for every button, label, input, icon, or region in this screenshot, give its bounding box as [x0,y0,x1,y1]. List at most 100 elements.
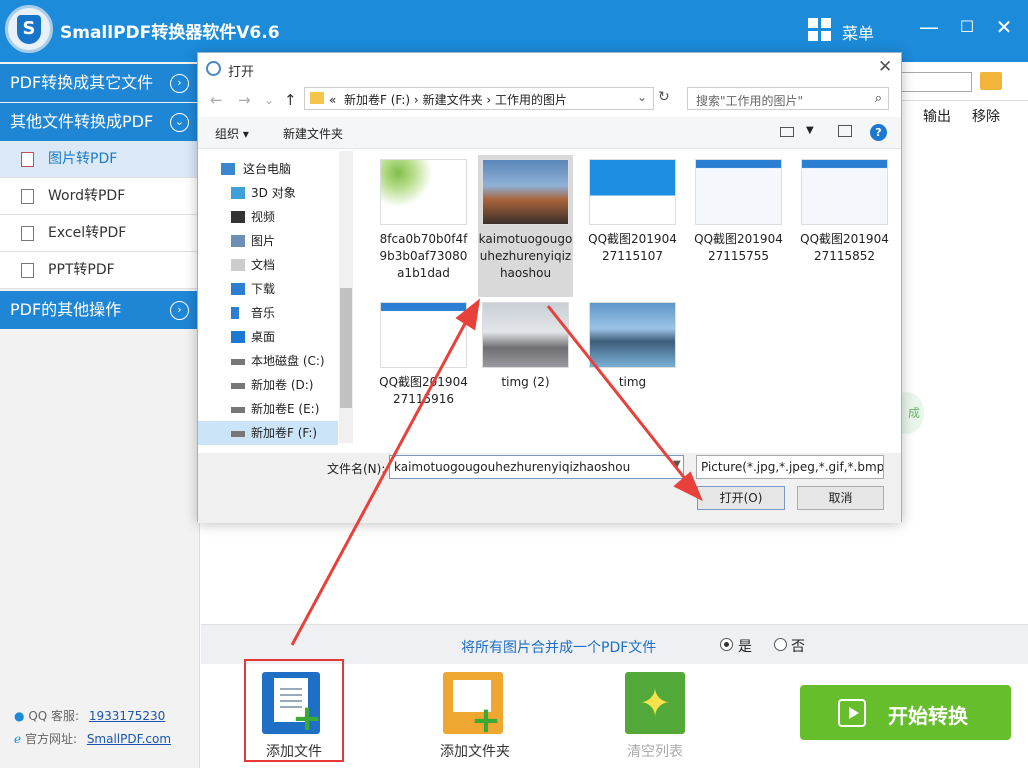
sidebar-item-word-to-pdf[interactable]: Word转PDF [0,178,200,215]
file-item[interactable]: 8fca0b70b0f4f9b3b0af73080a1b1dad [376,155,471,297]
refresh-icon[interactable]: ↻ [658,89,670,105]
site-label: 官方网址: [24,732,77,746]
file-item[interactable]: QQ截图20190427115107 [585,155,680,297]
organize-menu[interactable]: 组织 ▾ [215,125,249,142]
tree-scroll-thumb[interactable] [340,288,352,408]
preview-pane-icon[interactable] [838,125,852,137]
help-icon[interactable]: ? [870,124,887,141]
cancel-button[interactable]: 取消 [797,486,884,510]
navigation-tree: 这台电脑 3D 对象 视频 图片 文档 下载 音乐 桌面 本地磁盘 (C:) 新… [198,151,353,445]
dialog-close-icon[interactable]: ✕ [878,57,892,77]
tree-item-drive-e[interactable]: 新加卷E (E:) [198,397,338,421]
sidebar-item-excel-to-pdf[interactable]: Excel转PDF [0,215,200,252]
sidebar-section-other-to-pdf[interactable]: 其他文件转换成PDF ⌄ [0,103,200,141]
file-name: QQ截图20190427115916 [379,375,468,406]
breadcrumb-item[interactable]: 工作用的图片 [495,93,567,107]
excel-file-icon [21,226,34,241]
file-name: QQ截图20190427115755 [694,232,783,263]
up-button[interactable]: ↑ [284,91,297,109]
tree-label: 新加卷F (F:) [251,426,318,440]
add-folder-button[interactable]: 添加文件夹 [425,741,525,761]
filename-dropdown-icon[interactable]: ▼ [673,459,681,470]
tree-item-this-pc[interactable]: 这台电脑 [198,157,338,181]
word-file-icon [21,189,34,204]
tree-item-drive-d[interactable]: 新加卷 (D:) [198,373,338,397]
drive-icon [231,431,245,437]
file-item[interactable]: QQ截图20190427115916 [376,298,471,440]
tree-item-3d[interactable]: 3D 对象 [198,181,338,205]
forward-button[interactable]: → [238,91,251,109]
tree-label: 本地磁盘 (C:) [251,354,325,368]
minimize-button[interactable]: — [918,16,940,38]
tree-label: 文档 [251,258,276,272]
tree-label: 这台电脑 [243,162,292,176]
address-bar[interactable]: « 新加卷F (F:) › 新建文件夹 › 工作用的图片 ⌄ [304,87,654,110]
file-name: kaimotuogougouhezhurenyiqizhaoshou [478,232,573,280]
file-item-selected[interactable]: kaimotuogougouhezhurenyiqizhaoshou [478,155,573,297]
clear-list-button[interactable]: 清空列表 [605,741,705,761]
tree-label: 图片 [251,234,276,248]
tree-item-music[interactable]: 音乐 [198,301,338,325]
file-thumbnail [482,159,569,225]
app-title: SmallPDF转换器软件V6.6 [60,23,280,43]
file-name: timg (2) [501,375,550,389]
folder-icon[interactable] [980,72,1002,90]
add-folder-icon[interactable]: + [443,672,503,739]
play-icon [838,699,866,727]
file-thumbnail [482,302,569,368]
output-path-input[interactable] [900,72,972,92]
app-logo: S [5,5,53,53]
file-item[interactable]: QQ截图20190427115852 [797,155,892,297]
file-type-select[interactable]: Picture(*.jpg,*.jpeg,*.gif,*.bmp) [696,455,884,479]
menu-grid-icon[interactable] [808,18,832,42]
tree-item-downloads[interactable]: 下载 [198,277,338,301]
sidebar-item-image-to-pdf[interactable]: 图片转PDF [0,141,200,178]
start-convert-button[interactable]: 开始转换 [800,685,1011,740]
chevron-down-icon[interactable]: ⌄ [637,90,647,104]
qq-link[interactable]: 1933175230 [89,709,165,723]
maximize-button[interactable]: ☐ [956,16,978,38]
document-icon [231,259,245,271]
close-button[interactable]: ✕ [993,16,1015,38]
tree-item-drive-c[interactable]: 本地磁盘 (C:) [198,349,338,373]
new-folder-button[interactable]: 新建文件夹 [283,125,343,142]
open-button[interactable]: 打开(O) [697,486,785,510]
qq-icon: ● [14,709,25,723]
recent-dropdown[interactable]: ⌄ [264,93,274,107]
sidebar-item-ppt-to-pdf[interactable]: PPT转PDF [0,252,200,289]
site-link[interactable]: SmallPDF.com [87,732,171,746]
section-label: 其他文件转换成PDF [10,112,154,131]
add-file-icon[interactable]: + [262,672,322,737]
view-icon[interactable] [780,127,794,137]
file-item[interactable]: timg [585,298,680,408]
file-item[interactable]: QQ截图20190427115755 [691,155,786,297]
merge-no-radio[interactable] [774,638,787,651]
image-file-icon [21,152,34,167]
tree-item-pictures[interactable]: 图片 [198,229,338,253]
download-icon [231,283,245,295]
breadcrumb-item[interactable]: 新建文件夹 [423,93,483,107]
tree-item-documents[interactable]: 文档 [198,253,338,277]
merge-yes-radio[interactable] [720,638,733,651]
tree-item-drive-f[interactable]: 新加卷F (F:) [198,421,338,445]
search-input[interactable]: 搜索"工作用的图片" ⌕ [687,87,889,110]
file-item[interactable]: timg (2) [478,298,573,408]
start-label: 开始转换 [888,704,968,728]
tree-label: 桌面 [251,330,276,344]
sidebar-section-other-ops[interactable]: PDF的其他操作 › [0,291,200,329]
breadcrumb-item[interactable]: 新加卷F (F:) [344,93,410,107]
ppt-file-icon [21,263,34,278]
sidebar-section-pdf-to-other[interactable]: PDF转换成其它文件 › [0,64,200,102]
view-dropdown-icon[interactable]: ▼ [806,125,814,136]
tree-item-videos[interactable]: 视频 [198,205,338,229]
tree-item-desktop[interactable]: 桌面 [198,325,338,349]
merge-no-label[interactable]: 否 [791,636,805,656]
back-button[interactable]: ← [210,91,223,109]
filename-input[interactable]: kaimotuogougouhezhurenyiqizhaoshou [389,455,684,479]
breadcrumb-overflow[interactable]: « [329,93,336,107]
add-file-button[interactable]: 添加文件 [244,741,344,761]
broom-icon[interactable]: ✦ [625,672,685,734]
menu-button[interactable]: 菜单 [842,20,874,44]
dialog-app-icon [206,61,221,76]
merge-yes-label[interactable]: 是 [738,636,752,656]
